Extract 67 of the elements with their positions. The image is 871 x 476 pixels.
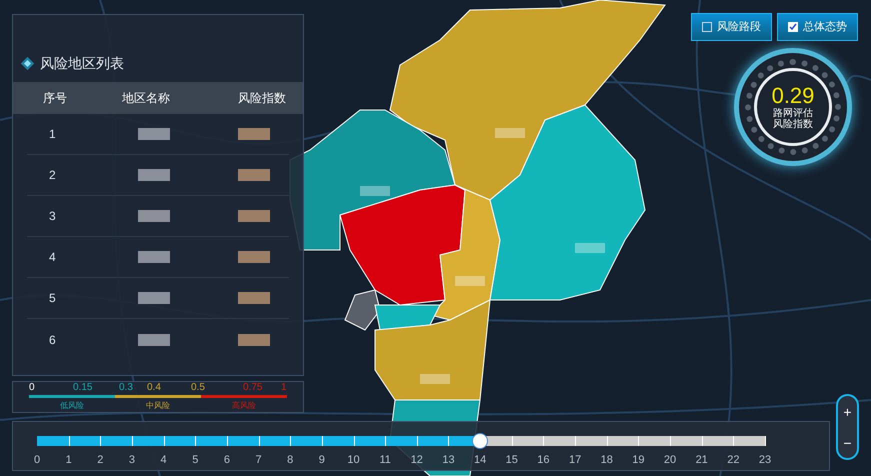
hour-label: 14 xyxy=(474,453,486,468)
hour-label: 11 xyxy=(379,453,391,468)
hour-label: 3 xyxy=(128,453,136,468)
toggle-button[interactable]: 总体态势 xyxy=(777,13,858,41)
panel-title: 风险地区列表 xyxy=(40,54,124,73)
redacted-text xyxy=(138,292,170,304)
row-number: 5 xyxy=(48,290,57,307)
legend-label: 中风险 xyxy=(145,400,171,412)
hour-label: 1 xyxy=(66,453,72,468)
hour-label: 23 xyxy=(758,453,772,468)
legend-tick: 0.15 xyxy=(73,382,92,394)
redacted-text xyxy=(138,210,170,222)
redacted-text xyxy=(238,210,270,222)
hour-label: 20 xyxy=(664,453,676,468)
row-number: 1 xyxy=(48,126,57,143)
toggle-button[interactable]: 风险路段 xyxy=(691,13,772,41)
legend-tick: 0 xyxy=(29,382,35,394)
redacted-text xyxy=(238,334,270,346)
hour-label: 12 xyxy=(410,453,423,468)
hour-label: 17 xyxy=(568,453,582,468)
legend-tick: 0.5 xyxy=(191,382,205,394)
zoom-out-button[interactable]: − xyxy=(843,436,852,450)
legend-tick: 1 xyxy=(281,382,287,394)
hour-label: 6 xyxy=(224,453,230,468)
legend-label: 低风险 xyxy=(59,400,85,412)
hour-label: 15 xyxy=(506,453,518,468)
zoom-in-button[interactable]: + xyxy=(843,404,852,418)
hour-label: 16 xyxy=(537,453,550,468)
hour-label: 8 xyxy=(287,453,294,468)
hour-label: 18 xyxy=(600,453,613,468)
gauge-caption: 风险指数 xyxy=(773,119,813,130)
hour-label: 0 xyxy=(34,453,40,468)
legend-tick: 0.4 xyxy=(147,382,161,394)
redacted-text xyxy=(138,128,170,140)
timeline-track[interactable] xyxy=(37,436,765,446)
checkbox[interactable] xyxy=(788,22,798,32)
hour-label: 5 xyxy=(192,453,198,468)
column-header: 风险指数 xyxy=(237,90,287,107)
redacted-text xyxy=(138,251,170,263)
hour-label: 21 xyxy=(696,453,708,468)
hour-label: 9 xyxy=(318,453,325,468)
check-icon xyxy=(789,23,797,31)
legend-tick: 0.75 xyxy=(243,382,262,394)
hour-label: 4 xyxy=(160,453,167,468)
row-number: 6 xyxy=(48,332,57,348)
gauge-caption: 路网评估 xyxy=(773,108,813,119)
redacted-text xyxy=(238,169,270,181)
redacted-text xyxy=(238,251,270,263)
row-number: 3 xyxy=(48,208,57,225)
legend-label: 高风险 xyxy=(231,400,257,412)
hour-label: 2 xyxy=(97,453,104,468)
redacted-text xyxy=(138,169,170,181)
redacted-text xyxy=(238,128,270,140)
hour-label: 19 xyxy=(632,453,645,468)
row-number: 2 xyxy=(48,167,57,184)
column-header: 地区名称 xyxy=(121,90,171,107)
hour-label: 7 xyxy=(256,453,262,468)
row-number: 4 xyxy=(48,249,57,266)
redacted-text xyxy=(138,334,170,346)
legend-tick: 0.3 xyxy=(119,382,133,394)
hour-label: 13 xyxy=(442,453,455,468)
hour-label: 22 xyxy=(727,453,740,468)
hour-label: 10 xyxy=(347,453,360,468)
redacted-text xyxy=(238,292,270,304)
gauge-value: 0.29 xyxy=(772,84,814,108)
timeline-handle[interactable] xyxy=(472,433,488,449)
column-header: 序号 xyxy=(42,90,68,107)
